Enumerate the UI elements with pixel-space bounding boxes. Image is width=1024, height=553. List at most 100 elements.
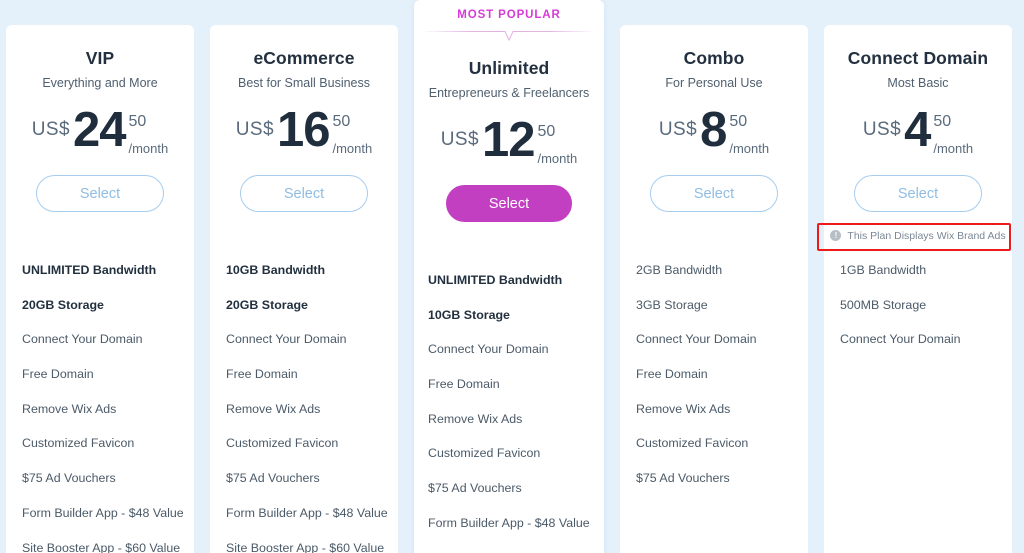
feature-item: Free Domain: [226, 367, 298, 382]
price-period: /month: [537, 151, 578, 166]
price-period: /month: [332, 141, 373, 156]
price-cents: 50: [128, 113, 147, 130]
pricing-card-combo: Combo For Personal Use US$ 8 50/month Select 2…: [620, 25, 808, 553]
plan-tagline: Everything and More: [42, 76, 158, 90]
pricing-card-unlimited: MOST POPULAR Unlimited Entrepreneurs & Fre…: [414, 0, 604, 553]
divider-notch-icon: [492, 31, 526, 42]
most-popular-banner: MOST POPULAR: [414, 0, 604, 30]
price-amount: 8: [700, 103, 727, 157]
feature-item: Connect Your Domain: [428, 342, 549, 357]
feature-item: Free Domain: [428, 377, 500, 392]
feature-list-vip: UNLIMITED Bandwidth 20GB Storage Connect Y…: [6, 263, 194, 553]
feature-item: $75 Ad Vouchers: [428, 481, 522, 496]
feature-item: Customized Favicon: [226, 436, 339, 451]
brand-ads-warning: ! This Plan Displays Wix Brand Ads: [824, 225, 1012, 243]
feature-item: Remove Wix Ads: [428, 411, 523, 426]
feature-list-combo: 2GB Bandwidth 3GB Storage Connect Your Dom…: [620, 263, 808, 506]
feature-list-connect-domain: 1GB Bandwidth 500MB Storage Connect Your D…: [824, 263, 1012, 367]
price-block-ecommerce: US$ 16 50/month: [210, 103, 398, 169]
pricing-card-connect-domain: Connect Domain Most Basic US$ 4 50/month Sele…: [824, 25, 1012, 553]
feature-item: Remove Wix Ads: [22, 401, 117, 416]
price-block-combo: US$ 8 50/month: [620, 103, 808, 169]
feature-item: 10GB Bandwidth: [226, 263, 326, 277]
plan-name: Combo: [683, 48, 745, 68]
price-amount: 12: [481, 113, 536, 167]
feature-list-unlimited: UNLIMITED Bandwidth 10GB Storage Connect Y…: [414, 273, 604, 553]
cta-wrapper: Select: [414, 185, 604, 222]
feature-item: $75 Ad Vouchers: [226, 471, 320, 486]
cta-wrapper: Select: [620, 175, 808, 212]
price-cents: 50: [933, 113, 952, 130]
plan-tagline: Entrepreneurs & Freelancers: [428, 86, 590, 100]
feature-item: Form Builder App - $48 Value: [22, 505, 184, 520]
feature-item: Site Booster App - $60 Value: [22, 540, 181, 553]
select-button-unlimited[interactable]: Select: [446, 185, 572, 222]
feature-item: Customized Favicon: [428, 446, 541, 461]
feature-item: Customized Favicon: [636, 436, 749, 451]
cta-wrapper: Select: [210, 175, 398, 212]
select-button-connect-domain[interactable]: Select: [854, 175, 982, 212]
card-header-connect-domain: Connect Domain Most Basic: [824, 25, 1012, 91]
feature-item: Site Booster App - $60 Value: [226, 540, 385, 553]
price-block-vip: US$ 24 50/month: [6, 103, 194, 169]
price-currency: US$: [235, 119, 274, 140]
feature-item: 1GB Bandwidth: [840, 263, 927, 277]
feature-item: Connect Your Domain: [636, 332, 757, 347]
plan-tagline: Most Basic: [887, 76, 949, 90]
cta-wrapper: Select: [824, 175, 1012, 212]
price-currency: US$: [658, 119, 698, 140]
price-period: /month: [729, 141, 770, 156]
card-header-combo: Combo For Personal Use: [620, 25, 808, 91]
feature-item: Form Builder App - $48 Value: [226, 505, 388, 520]
plan-name: VIP: [85, 48, 115, 68]
price-amount: 4: [904, 103, 931, 157]
feature-item: Connect Your Domain: [840, 332, 961, 347]
feature-item: Customized Favicon: [22, 436, 135, 451]
feature-list-ecommerce: 10GB Bandwidth 20GB Storage Connect Your D…: [210, 263, 398, 553]
select-button-ecommerce[interactable]: Select: [240, 175, 368, 212]
banner-divider: [414, 31, 604, 43]
pricing-plans-page: VIP Everything and More US$ 24 50/month Selec…: [0, 0, 1024, 553]
select-button-vip[interactable]: Select: [36, 175, 164, 212]
price-currency: US$: [440, 129, 479, 150]
pricing-card-ecommerce: eCommerce Best for Small Business US$ 16 50/…: [210, 25, 398, 553]
feature-item: 20GB Storage: [226, 297, 308, 312]
price-amount: 16: [276, 103, 331, 157]
feature-item: UNLIMITED Bandwidth: [428, 273, 563, 287]
plan-name: Unlimited: [468, 58, 550, 78]
card-header-ecommerce: eCommerce Best for Small Business: [210, 25, 398, 91]
plan-tagline: For Personal Use: [665, 76, 763, 90]
feature-item: $75 Ad Vouchers: [22, 471, 116, 486]
price-cents: 50: [537, 123, 556, 140]
feature-item: $75 Ad Vouchers: [636, 471, 730, 486]
card-header-vip: VIP Everything and More: [6, 25, 194, 91]
price-period: /month: [933, 141, 974, 156]
price-currency: US$: [862, 119, 902, 140]
select-button-combo[interactable]: Select: [650, 175, 778, 212]
plan-tagline: Best for Small Business: [238, 76, 370, 90]
warning-spacer: [6, 212, 194, 243]
most-popular-label: MOST POPULAR: [457, 9, 561, 21]
feature-item: Remove Wix Ads: [226, 401, 321, 416]
feature-item: Remove Wix Ads: [636, 401, 731, 416]
plan-name: Connect Domain: [847, 48, 989, 68]
feature-item: Connect Your Domain: [22, 332, 143, 347]
feature-item: 3GB Storage: [636, 297, 708, 312]
price-cents: 50: [729, 113, 748, 130]
price-period: /month: [128, 141, 169, 156]
info-circle-icon: !: [830, 230, 842, 241]
feature-item: 2GB Bandwidth: [636, 263, 723, 277]
price-currency: US$: [31, 119, 70, 140]
feature-item: Connect Your Domain: [226, 332, 347, 347]
feature-item: 10GB Storage: [428, 307, 510, 322]
warning-spacer: [414, 222, 604, 253]
feature-item: 20GB Storage: [22, 297, 104, 312]
feature-item: Form Builder App - $48 Value: [428, 515, 590, 530]
warning-spacer: [620, 212, 808, 243]
feature-item: Free Domain: [636, 367, 708, 382]
price-block-connect-domain: US$ 4 50/month: [824, 103, 1012, 169]
brand-ads-warning-text: This Plan Displays Wix Brand Ads: [847, 229, 1006, 242]
price-amount: 24: [72, 103, 127, 157]
cta-wrapper: Select: [6, 175, 194, 212]
feature-item: UNLIMITED Bandwidth: [22, 263, 157, 277]
